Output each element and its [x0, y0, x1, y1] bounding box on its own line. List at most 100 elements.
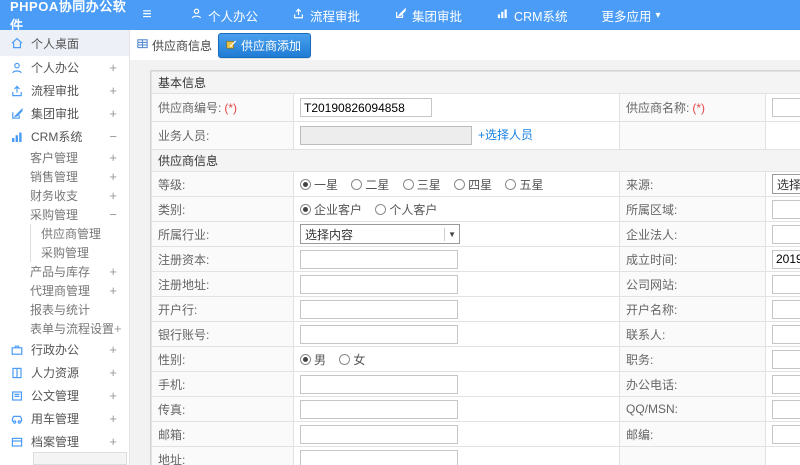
sidebar-item-archive-mgmt[interactable]: 档案管理 +: [0, 430, 129, 453]
source-select[interactable]: 选择内容▼: [772, 174, 800, 194]
sidebar-item-group-approval[interactable]: 集团审批 +: [0, 102, 129, 125]
founded-date-input[interactable]: [772, 249, 800, 269]
bank-label: 开户行:: [151, 296, 294, 322]
edit-icon: [10, 107, 24, 121]
pick-person-link[interactable]: +选择人员: [478, 128, 533, 142]
account-name-input[interactable]: [772, 299, 800, 319]
level-option-5[interactable]: 五星: [505, 176, 543, 193]
sidebar-item-sales-mgmt[interactable]: 销售管理 +: [0, 167, 129, 186]
email-input[interactable]: [300, 424, 458, 444]
account-name-label: 开户名称:: [619, 296, 766, 322]
sidebar-item-reports[interactable]: 报表与统计: [0, 300, 129, 319]
radio-icon: [402, 178, 414, 190]
category-option-personal[interactable]: 个人客户: [375, 201, 437, 218]
bank-account-label: 银行账号:: [151, 321, 294, 347]
nav-personal-office[interactable]: 个人办公: [190, 6, 258, 25]
bank-input[interactable]: [300, 299, 458, 319]
supplier-name-input[interactable]: [772, 98, 800, 117]
legal-person-label: 企业法人:: [619, 221, 766, 247]
sidebar-item-agent-mgmt[interactable]: 代理商管理 +: [0, 281, 129, 300]
address-label: 地址:: [151, 446, 294, 465]
position-input[interactable]: [772, 349, 800, 369]
company-website-label: 公司网站:: [619, 271, 766, 297]
address-input[interactable]: [300, 449, 458, 465]
radio-checked-icon: [300, 203, 311, 215]
region-input[interactable]: [772, 199, 800, 219]
sidebar-item-document-mgmt[interactable]: 公文管理 +: [0, 384, 129, 407]
sidebar-item-supplier-mgmt[interactable]: 供应商管理: [30, 224, 129, 243]
sidebar-item-personal-desktop[interactable]: 个人桌面: [0, 30, 129, 56]
top-nav: 个人办公 流程审批 集团审批 CRM系统 更多应用 ▾: [190, 6, 695, 25]
business-person-label: 业务人员:: [151, 121, 294, 150]
bar-chart-icon: [10, 130, 24, 144]
document-icon: [10, 389, 24, 403]
nav-workflow-approval[interactable]: 流程审批: [292, 6, 360, 25]
sidebar-item-workflow-approval[interactable]: 流程审批 +: [0, 79, 129, 102]
registered-capital-input[interactable]: [300, 249, 458, 269]
app-logo: PHPOA协同办公软件: [10, 0, 127, 33]
tab-bar: 供应商信息 供应商添加: [130, 30, 800, 60]
registered-address-input[interactable]: [300, 274, 458, 294]
business-person-input[interactable]: [300, 126, 472, 146]
supplier-code-input[interactable]: [300, 98, 432, 117]
radio-icon: [505, 178, 517, 190]
sidebar-item-finance[interactable]: 财务收支 +: [0, 186, 129, 205]
gender-option-female[interactable]: 女: [339, 351, 365, 368]
source-label: 来源:: [619, 171, 766, 197]
company-website-input[interactable]: [772, 274, 800, 294]
supplier-code-label: 供应商编号: (*): [151, 93, 294, 122]
radio-checked-icon: [300, 178, 311, 190]
qq-msn-input[interactable]: [772, 399, 800, 419]
category-radio-group: 企业客户 个人客户: [293, 196, 620, 222]
sidebar: 个人桌面 个人办公 + 流程审批 + 集团审批 + CRM系统 − 客户管理 +…: [0, 30, 130, 465]
level-option-1[interactable]: 一星: [300, 176, 338, 193]
sidebar-item-vehicle-mgmt[interactable]: 用车管理 +: [0, 407, 129, 430]
edit-icon: [394, 7, 412, 23]
level-option-4[interactable]: 四星: [454, 176, 492, 193]
radio-icon: [375, 203, 387, 215]
registered-address-label: 注册地址:: [151, 271, 294, 297]
sidebar-item-purchase-mgmt[interactable]: 采购管理 −: [0, 205, 129, 224]
bank-account-input[interactable]: [300, 324, 458, 344]
legal-person-input[interactable]: [772, 224, 800, 244]
car-icon: [10, 412, 24, 426]
hamburger-icon[interactable]: ≡: [132, 6, 162, 24]
select-arrow-icon: ▼: [444, 227, 459, 241]
mobile-label: 手机:: [151, 371, 294, 397]
building-icon: [10, 366, 24, 380]
gender-option-male[interactable]: 男: [300, 351, 326, 368]
zip-label: 邮编:: [619, 421, 766, 447]
nav-more-apps[interactable]: 更多应用 ▾: [602, 6, 661, 25]
main-content: 供应商信息 供应商添加 基本信息 供应商编号:(*) 供应商名称:(*) 业务人…: [130, 30, 800, 465]
level-option-3[interactable]: 三星: [402, 176, 441, 193]
section-supplier-info: 供应商信息: [150, 149, 800, 172]
fax-input[interactable]: [300, 399, 458, 419]
sidebar-item-form-flow-settings[interactable]: 表单与流程设置 +: [0, 319, 129, 338]
sidebar-item-purchasing[interactable]: 采购管理: [30, 243, 129, 262]
sidebar-item-hr[interactable]: 人力资源 +: [0, 361, 129, 384]
grid-icon: [136, 37, 152, 53]
add-pencil-icon: [225, 38, 241, 53]
bar-chart-icon: [496, 7, 514, 23]
zip-input[interactable]: [772, 424, 800, 444]
sidebar-item-customer-mgmt[interactable]: 客户管理 +: [0, 148, 129, 167]
nav-group-approval[interactable]: 集团审批: [394, 6, 462, 25]
category-option-company[interactable]: 企业客户: [300, 201, 362, 218]
sidebar-item-crm-system[interactable]: CRM系统 −: [0, 125, 129, 148]
sidebar-item-personal-office[interactable]: 个人办公 +: [0, 56, 129, 79]
briefcase-icon: [10, 343, 24, 357]
tab-supplier-add[interactable]: 供应商添加: [218, 32, 312, 58]
sidebar-item-product-stock[interactable]: 产品与库存 +: [0, 262, 129, 281]
tab-supplier-info[interactable]: 供应商信息: [136, 37, 212, 54]
archive-icon: [10, 435, 24, 449]
region-label: 所属区域:: [619, 196, 766, 222]
qq-msn-label: QQ/MSN:: [619, 396, 766, 422]
nav-crm-system[interactable]: CRM系统: [496, 6, 568, 25]
contact-input[interactable]: [772, 324, 800, 344]
mobile-input[interactable]: [300, 374, 458, 394]
level-option-2[interactable]: 二星: [351, 176, 389, 193]
industry-select[interactable]: 选择内容 ▼: [300, 224, 460, 244]
home-icon: [10, 36, 24, 50]
office-phone-input[interactable]: [772, 374, 800, 394]
sidebar-item-admin-office[interactable]: 行政办公 +: [0, 338, 129, 361]
